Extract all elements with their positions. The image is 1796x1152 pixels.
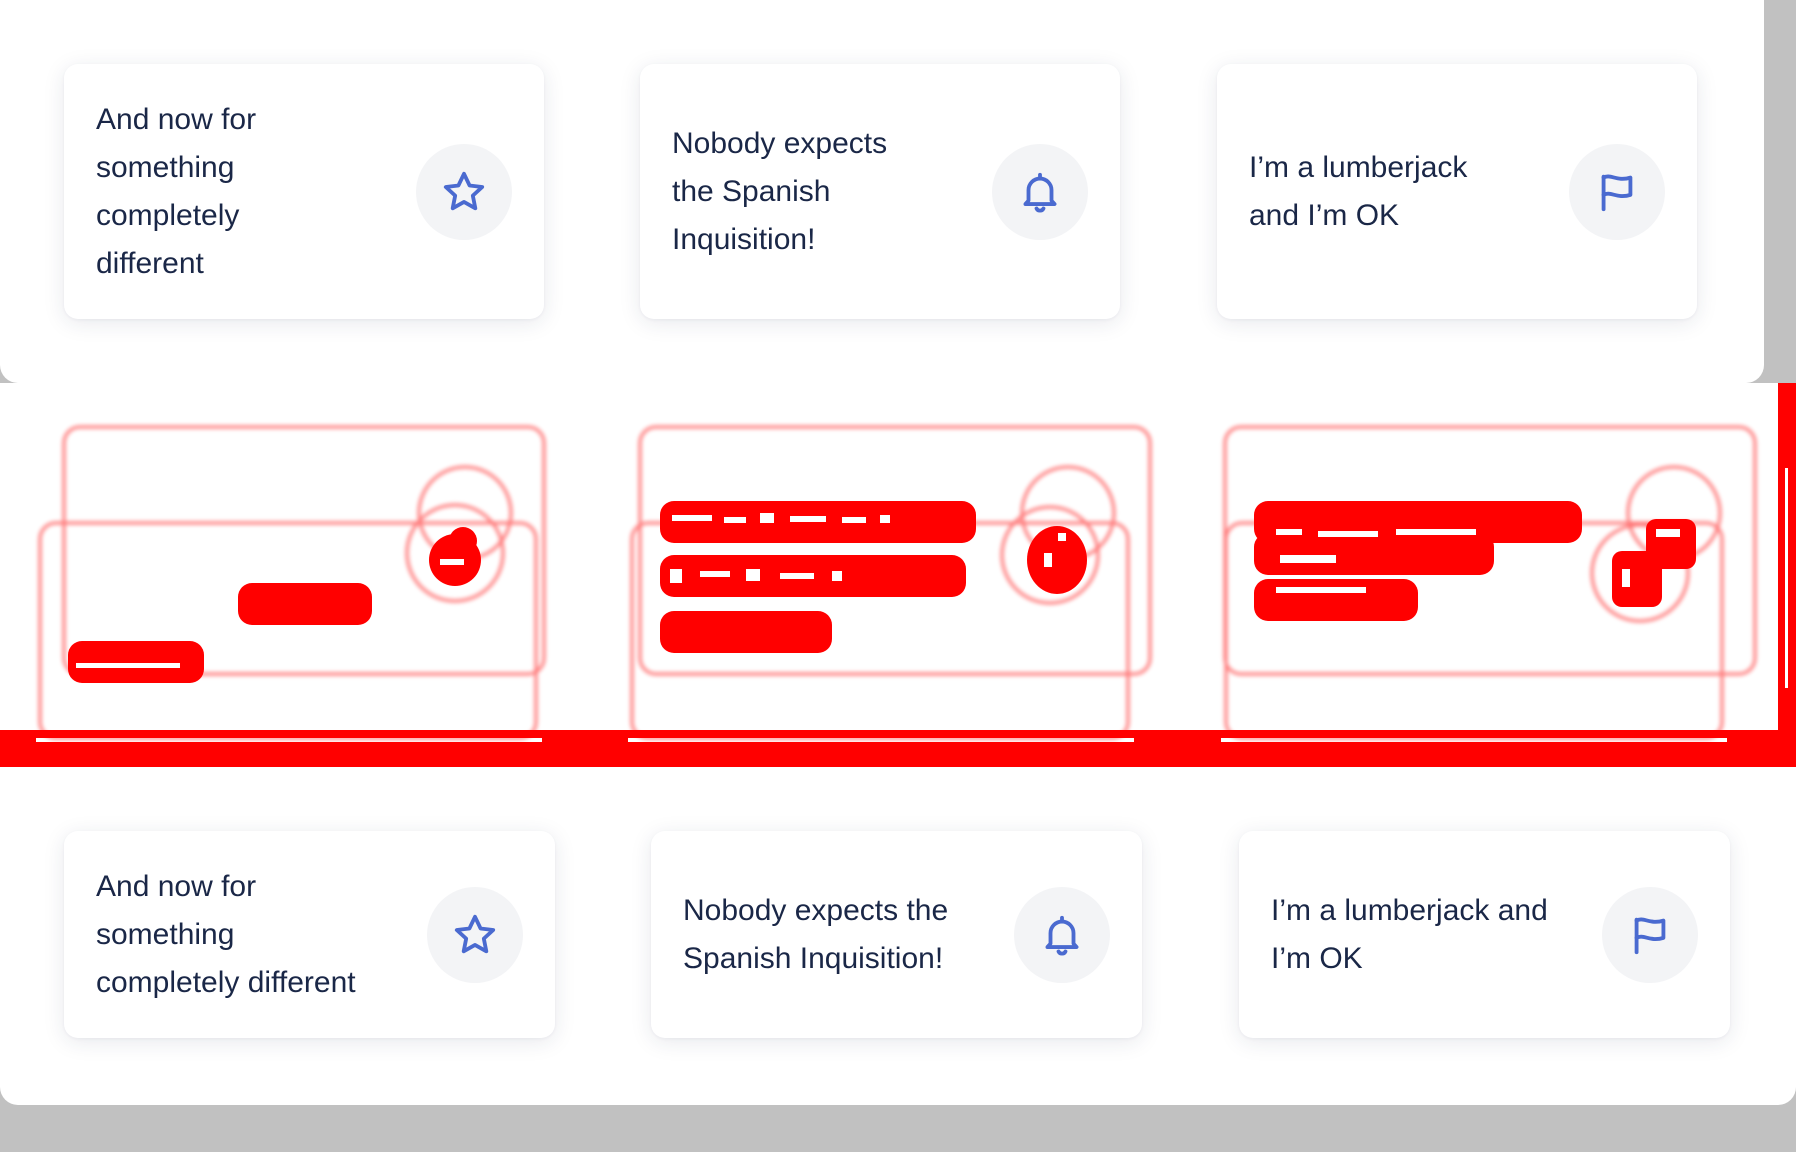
card-text-line: something	[96, 150, 235, 184]
card-text: Nobody expects the Spanish Inquisition!	[672, 120, 887, 264]
card-text-line: I’m a lumberjack	[1249, 150, 1468, 184]
bell-icon	[1023, 172, 1057, 213]
card-text: And now for something completely differe…	[96, 96, 256, 288]
card-lumberjack: I’m a lumberjack and I’m OK	[1239, 831, 1730, 1038]
card-text-line: Spanish Inquisition!	[683, 941, 944, 975]
card-text: I’m a lumberjack and I’m OK	[1271, 887, 1548, 983]
card-text: Nobody expects the Spanish Inquisition!	[683, 887, 948, 983]
star-icon	[454, 914, 496, 953]
card-text-line: and I’m OK	[1249, 198, 1400, 232]
card-text-line: completely	[96, 198, 240, 232]
star-icon-button[interactable]	[416, 143, 512, 240]
card-text-line: Nobody expects	[672, 126, 888, 160]
flag-icon	[1634, 917, 1666, 954]
card-lumberjack: I’m a lumberjack and I’m OK	[1217, 64, 1697, 319]
bottom-panel: And now for something completely differe…	[0, 767, 1796, 1105]
card-text-line: Inquisition!	[672, 222, 816, 256]
visual-diff-overlay	[0, 383, 1796, 767]
card-spanish-inquisition: Nobody expects the Spanish Inquisition!	[651, 831, 1142, 1038]
bell-icon-button[interactable]	[1014, 886, 1110, 983]
star-icon	[443, 171, 485, 210]
star-icon-button[interactable]	[427, 886, 523, 983]
flag-icon-button[interactable]	[1602, 886, 1698, 983]
diff-overlay-graphic	[0, 383, 1796, 767]
bell-icon-button[interactable]	[992, 143, 1088, 240]
card-monty-python-different: And now for something completely differe…	[64, 64, 544, 319]
card-monty-python-different: And now for something completely differe…	[64, 831, 555, 1038]
card-text: I’m a lumberjack and I’m OK	[1249, 144, 1467, 240]
card-text-line: Nobody expects the	[683, 893, 949, 927]
card-text-line: And now for	[96, 869, 257, 903]
card-text-line: And now for	[96, 102, 257, 136]
top-panel: And now for something completely differe…	[0, 0, 1764, 383]
flag-icon-button[interactable]	[1569, 143, 1665, 240]
card-spanish-inquisition: Nobody expects the Spanish Inquisition!	[640, 64, 1120, 319]
card-text-line: I’m a lumberjack and	[1271, 893, 1548, 927]
card-text-line: different	[96, 246, 204, 280]
card-text-line: the Spanish	[672, 174, 831, 208]
bell-icon	[1045, 915, 1079, 956]
card-text-line: I’m OK	[1271, 941, 1363, 975]
card-text-line: completely different	[96, 965, 356, 999]
card-text-line: something	[96, 917, 235, 951]
flag-icon	[1601, 174, 1633, 211]
card-text: And now for something completely differe…	[96, 863, 356, 1007]
